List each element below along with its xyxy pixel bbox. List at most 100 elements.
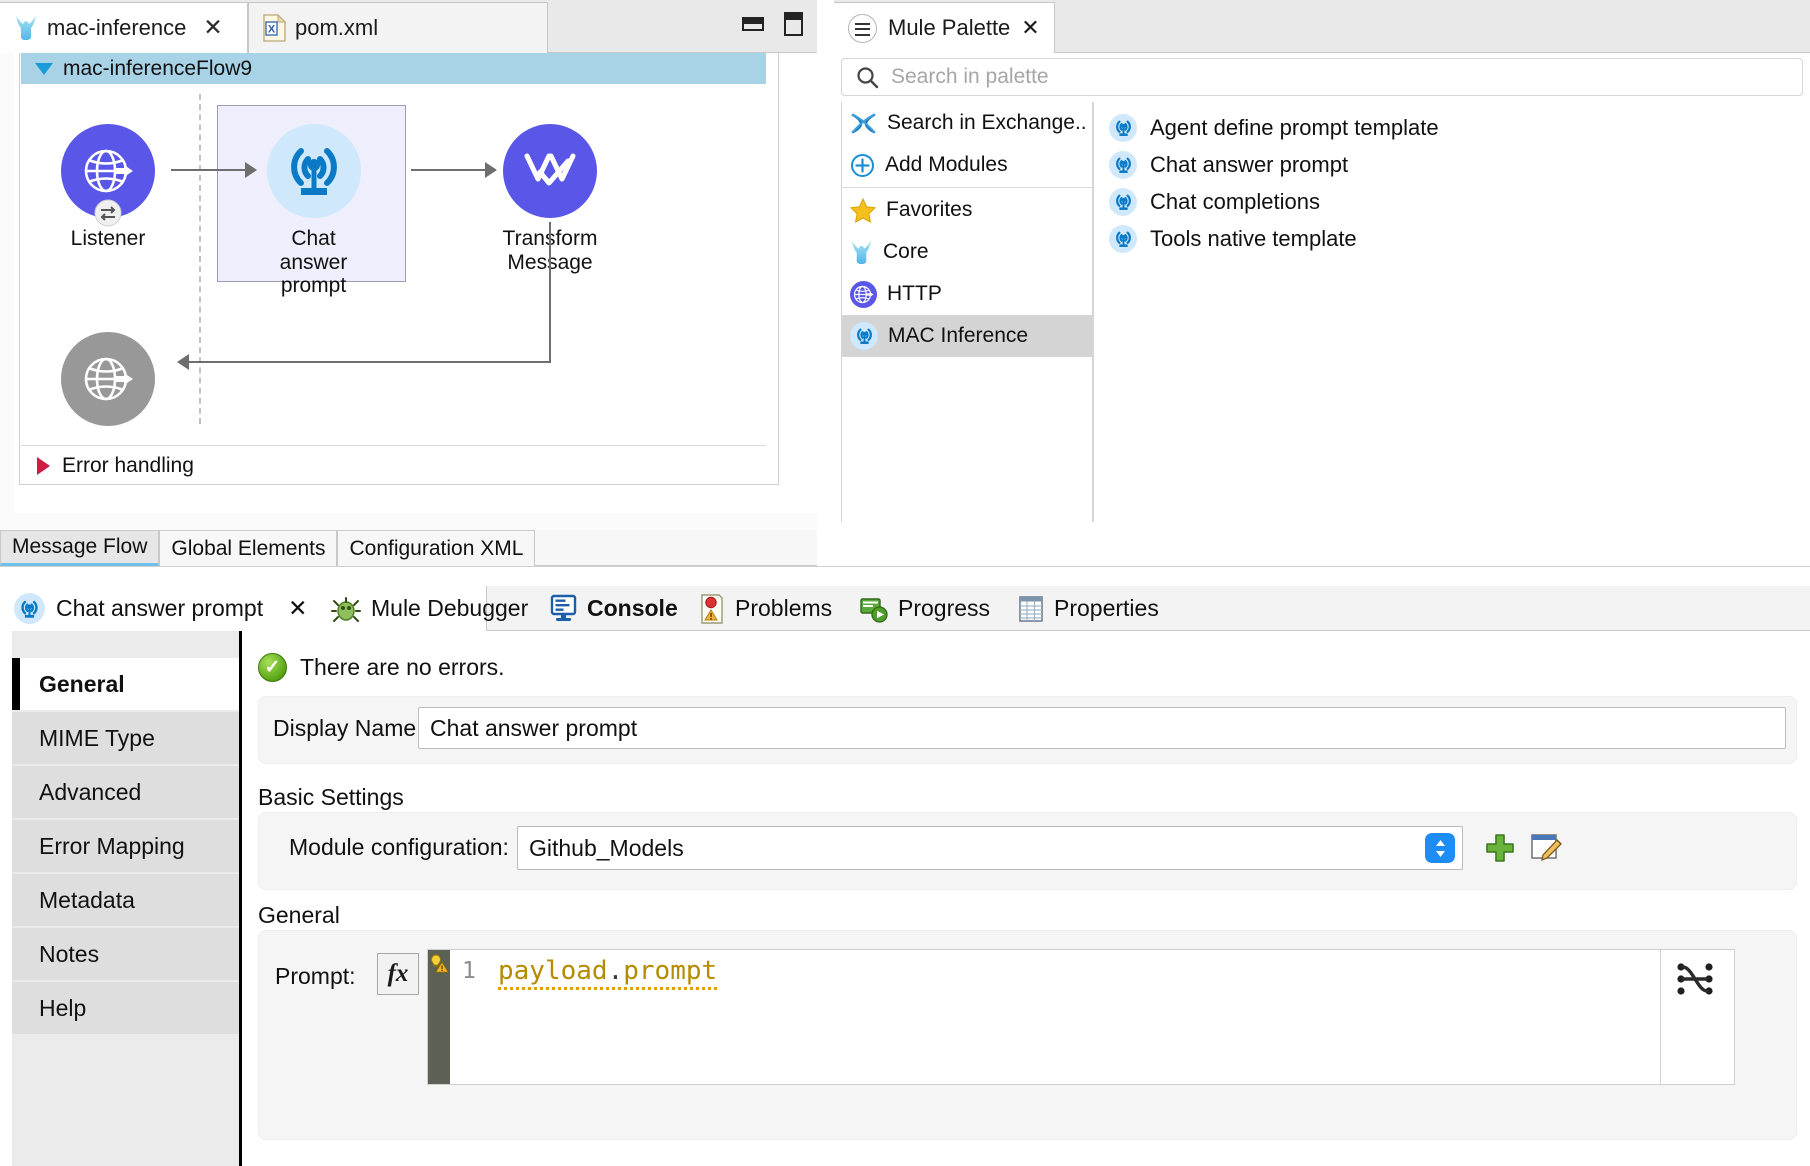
- xml-file-icon: X: [263, 13, 287, 42]
- sidebar-item-advanced[interactable]: Advanced: [12, 766, 239, 818]
- flow-container: mac-inferenceFlow9 Listener Chat answer …: [19, 53, 779, 485]
- sidebar-item-mime-type[interactable]: MIME Type: [12, 712, 239, 764]
- panel-splitter[interactable]: [0, 566, 1810, 586]
- palette-item-search-in-exchange[interactable]: Search in Exchange..: [842, 102, 1092, 144]
- tab-label: Console: [587, 595, 678, 621]
- sidebar-item-label: MIME Type: [39, 724, 155, 751]
- tab-configuration-xml[interactable]: Configuration XML: [337, 530, 536, 566]
- editor-line-number: 1: [462, 958, 476, 984]
- prompt-fx-button[interactable]: fx: [377, 953, 419, 995]
- flow-connector-2-arrowhead: [485, 162, 497, 178]
- close-icon[interactable]: ✕: [1021, 15, 1039, 41]
- transform-message-icon: [503, 124, 597, 218]
- flow-header[interactable]: mac-inferenceFlow9: [21, 53, 766, 84]
- sidebar-item-help[interactable]: Help: [12, 982, 239, 1034]
- mule-logo-icon: [14, 15, 38, 41]
- flow-return-arrowhead: [177, 354, 189, 370]
- palette-item-label: Search in Exchange..: [887, 111, 1087, 134]
- editor-tab-mac-inference[interactable]: mac-inference ✕: [0, 2, 248, 53]
- tab-progress[interactable]: Progress: [860, 586, 990, 631]
- basic-settings-title: Basic Settings: [258, 784, 404, 810]
- flow-name: mac-inferenceFlow9: [63, 56, 253, 80]
- tab-global-elements[interactable]: Global Elements: [159, 530, 338, 566]
- debugger-icon: [331, 596, 361, 622]
- hamburger-icon[interactable]: [848, 13, 877, 43]
- prompt-expression-editor[interactable]: 1 payload.prompt: [427, 949, 1735, 1085]
- mac-inference-icon: [1109, 224, 1137, 253]
- flow-node-chat-answer-prompt[interactable]: Chat answer prompt: [261, 124, 366, 298]
- tab-label: Mule Debugger: [371, 595, 529, 621]
- tab-message-flow[interactable]: Message Flow: [0, 530, 160, 566]
- sidebar-item-metadata[interactable]: Metadata: [12, 874, 239, 926]
- flow-source-divider: [199, 94, 201, 424]
- module-configuration-select[interactable]: Github_Models: [517, 826, 1463, 870]
- problems-icon: [701, 593, 723, 624]
- progress-icon: [860, 597, 888, 623]
- sidebar-item-error-mapping[interactable]: Error Mapping: [12, 820, 239, 872]
- palette-operation-chat-answer-prompt[interactable]: Chat answer prompt: [1094, 146, 1803, 183]
- dataweave-shuffle-icon[interactable]: [1676, 962, 1716, 998]
- display-name-input[interactable]: Chat answer prompt: [418, 707, 1786, 749]
- sidebar-item-notes[interactable]: Notes: [12, 928, 239, 980]
- flow-node-error-response[interactable]: [58, 332, 158, 426]
- chevron-updown-icon[interactable]: [1425, 833, 1455, 863]
- palette-operation-chat-completions[interactable]: Chat completions: [1094, 183, 1803, 220]
- chevron-down-icon[interactable]: [35, 62, 53, 75]
- status-badge: ✓ There are no errors.: [258, 653, 505, 682]
- tab-properties[interactable]: Properties: [1018, 586, 1159, 631]
- sidebar-item-general[interactable]: General: [12, 658, 239, 710]
- palette-search-placeholder: Search in palette: [891, 65, 1049, 88]
- chevron-right-icon[interactable]: [37, 457, 50, 475]
- close-icon[interactable]: ✕: [203, 16, 222, 40]
- tab-console[interactable]: Console: [550, 586, 678, 631]
- listener-badge-icon: [94, 199, 122, 227]
- minimize-icon[interactable]: [742, 17, 764, 31]
- palette-item-add-modules[interactable]: Add Modules: [842, 144, 1092, 186]
- sidebar-item-label: Notes: [39, 940, 100, 967]
- palette-category-tree[interactable]: Search in Exchange.. Add Modules Favorit…: [841, 102, 1093, 522]
- flow-node-label: Chat answer prompt: [279, 227, 348, 298]
- palette-operation-label: Chat completions: [1150, 188, 1320, 214]
- tab-label: Progress: [898, 595, 991, 621]
- editor-view-tabs: Message Flow Global Elements Configurati…: [0, 530, 817, 566]
- editor-tab-pom-xml[interactable]: X pom.xml: [248, 2, 548, 53]
- properties-tab-bar: Chat answer prompt ✕ Mule Debugger Conso…: [0, 586, 1810, 631]
- flow-node-listener[interactable]: Listener: [58, 124, 158, 251]
- tab-mule-debugger[interactable]: Mule Debugger: [331, 586, 528, 631]
- svg-text:X: X: [268, 24, 276, 36]
- editor-tab-label: mac-inference: [47, 15, 187, 40]
- properties-sidebar[interactable]: General MIME Type Advanced Error Mapping…: [12, 631, 242, 1166]
- palette-tab[interactable]: Mule Palette ✕: [834, 2, 1055, 53]
- prompt-expression-text[interactable]: payload.prompt: [498, 956, 718, 990]
- palette-item-core[interactable]: Core: [842, 231, 1092, 273]
- palette-operation-label: Tools native template: [1150, 225, 1357, 251]
- message-flow-canvas[interactable]: mac-inferenceFlow9 Listener Chat answer …: [14, 53, 817, 513]
- star-icon: [850, 197, 876, 223]
- tab-label: Message Flow: [12, 535, 148, 558]
- palette-item-http[interactable]: HTTP: [842, 273, 1092, 315]
- maximize-icon[interactable]: [784, 12, 803, 36]
- sidebar-item-label: Advanced: [39, 778, 142, 805]
- mac-inference-icon: [850, 322, 878, 350]
- close-icon[interactable]: ✕: [288, 595, 307, 622]
- palette-search-input[interactable]: Search in palette: [841, 58, 1803, 96]
- flow-connector-1: [171, 169, 249, 171]
- display-name-value: Chat answer prompt: [430, 714, 638, 741]
- http-listener-icon: [61, 124, 155, 227]
- sidebar-item-label: Help: [39, 994, 87, 1021]
- palette-operations-list[interactable]: Agent define prompt template Chat answer…: [1093, 102, 1803, 522]
- properties-icon: [1019, 595, 1043, 622]
- palette-item-label: Core: [883, 240, 929, 263]
- error-handling-row[interactable]: Error handling: [21, 448, 766, 484]
- flow-return-connector-vertical: [549, 222, 551, 362]
- palette-operation-tools-native-template[interactable]: Tools native template: [1094, 220, 1803, 257]
- http-globe-icon: [850, 280, 877, 308]
- palette-operation-agent-define-prompt-template[interactable]: Agent define prompt template: [1094, 109, 1803, 146]
- tab-problems[interactable]: Problems: [699, 586, 832, 631]
- add-button[interactable]: [1485, 833, 1515, 863]
- mule-palette-panel: Mule Palette ✕ Search in palette Search …: [834, 0, 1810, 566]
- palette-item-favorites[interactable]: Favorites: [842, 189, 1092, 231]
- tab-label: Configuration XML: [349, 536, 524, 560]
- palette-item-mac-inference[interactable]: MAC Inference: [842, 315, 1092, 357]
- edit-button[interactable]: [1530, 831, 1564, 862]
